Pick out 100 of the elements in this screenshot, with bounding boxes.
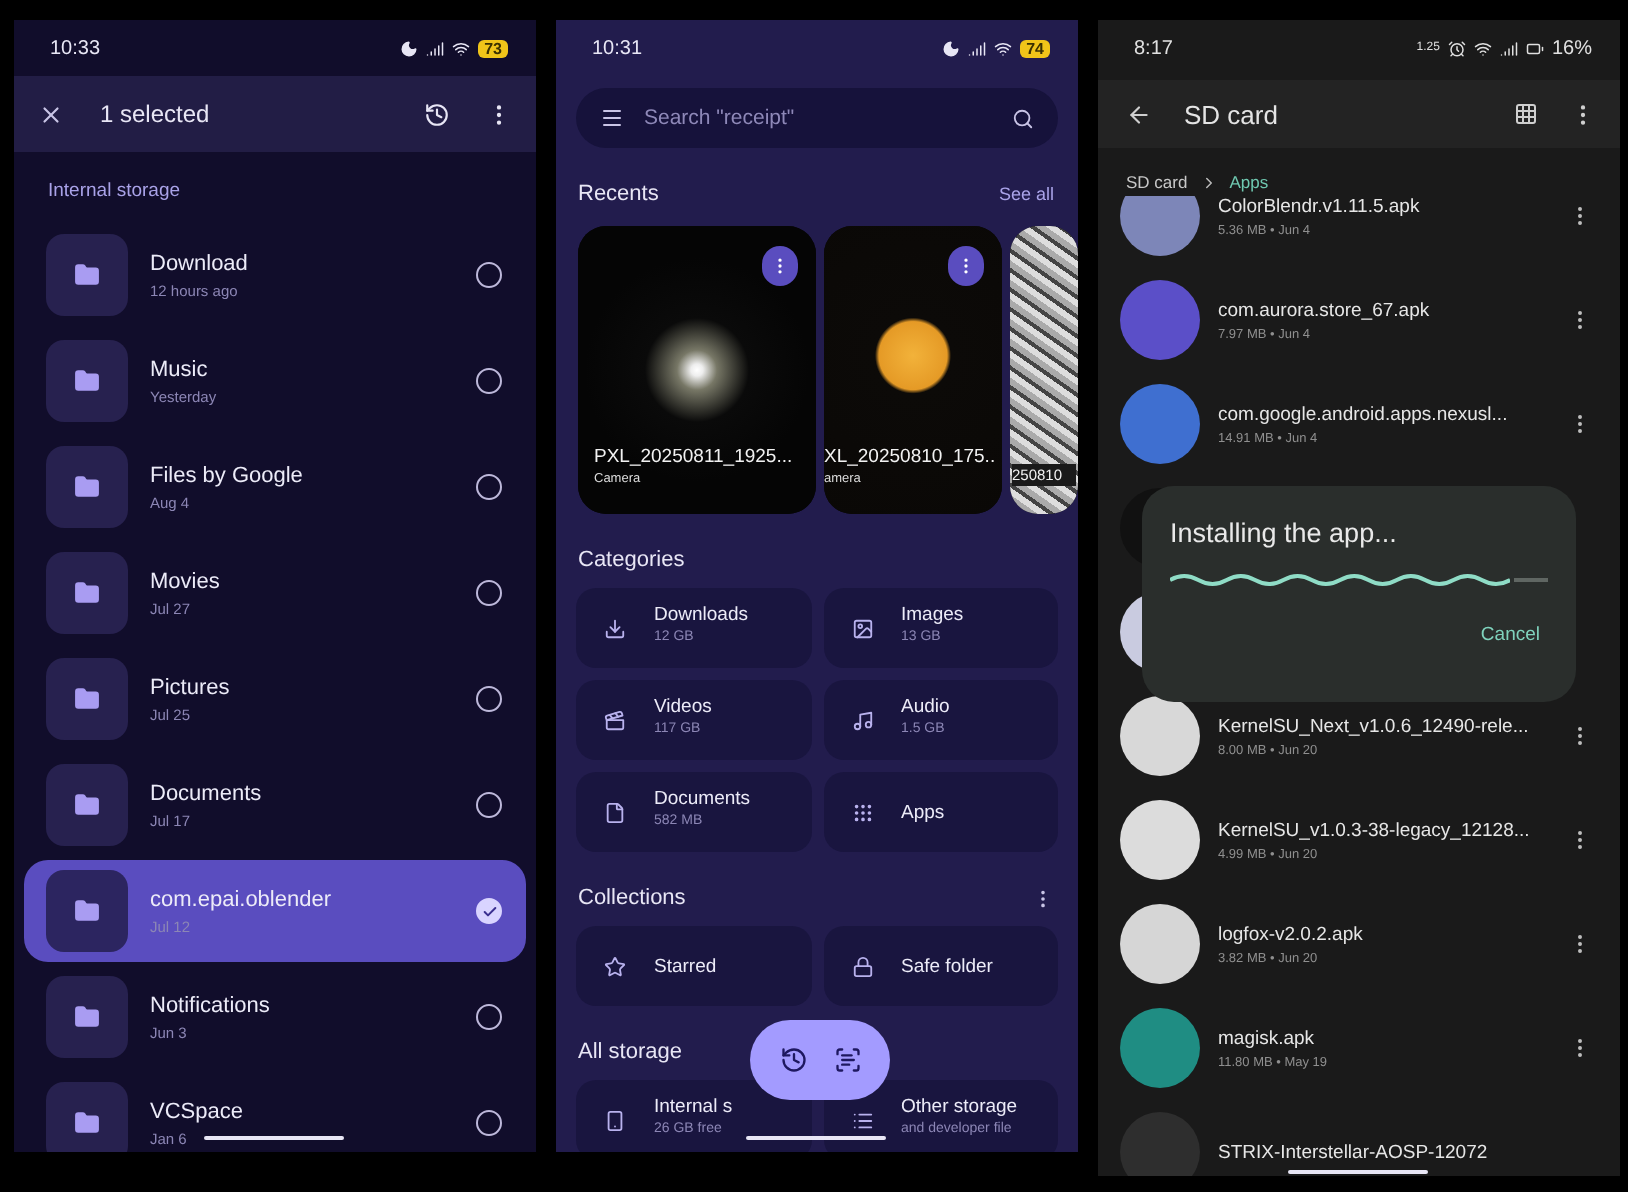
tile-label: Documents (654, 788, 751, 810)
history-button[interactable] (779, 1046, 807, 1074)
search-bar[interactable]: Search "receipt" (576, 88, 1058, 148)
folder-icon (74, 1004, 100, 1030)
select-radio[interactable] (476, 474, 502, 500)
file-name: com.aurora.store_67.apk (1218, 299, 1430, 321)
close-button[interactable] (38, 101, 64, 127)
home-indicator (204, 1136, 344, 1140)
folder-icon (74, 686, 100, 712)
history-icon (424, 101, 450, 127)
home-indicator (746, 1136, 886, 1140)
search-icon (1012, 107, 1034, 129)
tile-label: Internal s (654, 1096, 733, 1118)
back-button[interactable] (1126, 101, 1152, 127)
category-tile[interactable]: Apps (823, 772, 1058, 852)
alarm-icon (1447, 39, 1466, 57)
battery-level: 73 (478, 39, 508, 57)
file-name: com.google.android.apps.nexusl... (1218, 403, 1508, 425)
history-icon (779, 1046, 807, 1074)
file-name: KernelSU_v1.0.3-38-legacy_12128... (1218, 819, 1530, 841)
select-radio[interactable] (476, 262, 502, 288)
close-icon (38, 101, 64, 127)
select-radio[interactable] (476, 368, 502, 394)
cancel-button[interactable]: Cancel (1472, 620, 1548, 650)
folder-name: Documents (150, 781, 262, 805)
tile-label: Apps (901, 801, 945, 823)
moon-icon (400, 39, 419, 57)
folder-name: Notifications (150, 993, 270, 1017)
folder-name: Pictures (150, 675, 230, 699)
grid-dots-icon (851, 801, 873, 823)
signal-icon (1499, 39, 1518, 57)
signal-icon (426, 39, 445, 57)
battery-level: 16% (1551, 37, 1592, 59)
section-title: Categories (578, 548, 685, 572)
battery-icon (1525, 39, 1544, 57)
file-name: KernelSU_Next_v1.0.6_12490-rele... (1218, 715, 1529, 737)
signal-icon (968, 39, 987, 57)
folder-icon (74, 262, 100, 288)
file-name: ColorBlendr.v1.11.5.apk (1218, 196, 1420, 217)
grid-view-button[interactable] (1514, 102, 1538, 126)
folder-icon (74, 580, 100, 606)
dialog-title: Installing the app... (1170, 518, 1399, 548)
select-radio[interactable] (476, 792, 502, 818)
section-title: All storage (578, 1040, 682, 1064)
section-title: Internal storage (46, 178, 183, 206)
file-name: magisk.apk (1218, 1027, 1315, 1049)
file-row[interactable]: STRIX-Interstellar-AOSP-12072 (1098, 1100, 1620, 1176)
select-radio[interactable] (476, 686, 502, 712)
music-note-icon (851, 709, 873, 731)
tile-label: Other storage (901, 1096, 1018, 1118)
tile-label: Audio (901, 696, 950, 718)
select-radio[interactable] (476, 898, 502, 924)
status-time: 10:31 (592, 37, 643, 59)
select-radio[interactable] (476, 580, 502, 606)
selection-count: 1 selected (100, 100, 212, 128)
folder-icon (74, 898, 100, 924)
document-icon (604, 801, 626, 823)
file-name: logfox-v2.0.2.apk (1218, 923, 1363, 945)
wifi-icon (1473, 39, 1492, 57)
folder-name: com.epai.oblender (150, 887, 332, 911)
wifi-icon (452, 39, 471, 57)
tile-label: Safe folder (901, 955, 993, 977)
folder-name: Music (150, 357, 210, 381)
wifi-icon (994, 39, 1013, 57)
folder-icon (74, 1110, 100, 1136)
breadcrumb-link[interactable]: Apps (1229, 172, 1269, 192)
file-name: STRIX-Interstellar-AOSP-12072 (1218, 1141, 1488, 1163)
section-title: Collections (578, 886, 686, 910)
category-tile[interactable]: Starred (576, 926, 811, 1006)
category-tile[interactable]: Safe folder (823, 926, 1058, 1006)
check-icon (481, 903, 497, 919)
lock-icon (851, 955, 873, 977)
section-title: Recents (578, 182, 659, 206)
see-all-link[interactable]: See all (998, 184, 1054, 204)
folder-icon (74, 792, 100, 818)
folder-name: Files by Google (150, 463, 303, 487)
search-field[interactable]: Search "receipt" (644, 106, 992, 130)
scan-button[interactable] (833, 1046, 861, 1074)
toolbar-title: SD card (1184, 99, 1280, 129)
download-icon (604, 617, 626, 639)
folder-icon (74, 474, 100, 500)
folder-name: Movies (150, 569, 220, 593)
select-radio[interactable] (476, 1110, 502, 1136)
home-indicator (1288, 1170, 1428, 1174)
select-radio[interactable] (476, 1004, 502, 1030)
folder-name: VCSpace (150, 1099, 243, 1123)
folder-icon (74, 368, 100, 394)
breadcrumb-link[interactable]: SD card (1126, 172, 1188, 192)
tile-label: Videos (654, 696, 712, 718)
star-icon (604, 955, 626, 977)
status-time: 8:17 (1134, 37, 1173, 59)
image-icon (851, 617, 873, 639)
tile-label: Starred (654, 955, 717, 977)
battery-level: 74 (1020, 39, 1050, 57)
moon-icon (942, 39, 961, 57)
tile-label: Images (901, 604, 964, 626)
menu-icon (600, 106, 624, 130)
folder-name: Download (150, 251, 248, 275)
scan-text-icon (833, 1046, 861, 1074)
status-time: 10:33 (50, 37, 101, 59)
